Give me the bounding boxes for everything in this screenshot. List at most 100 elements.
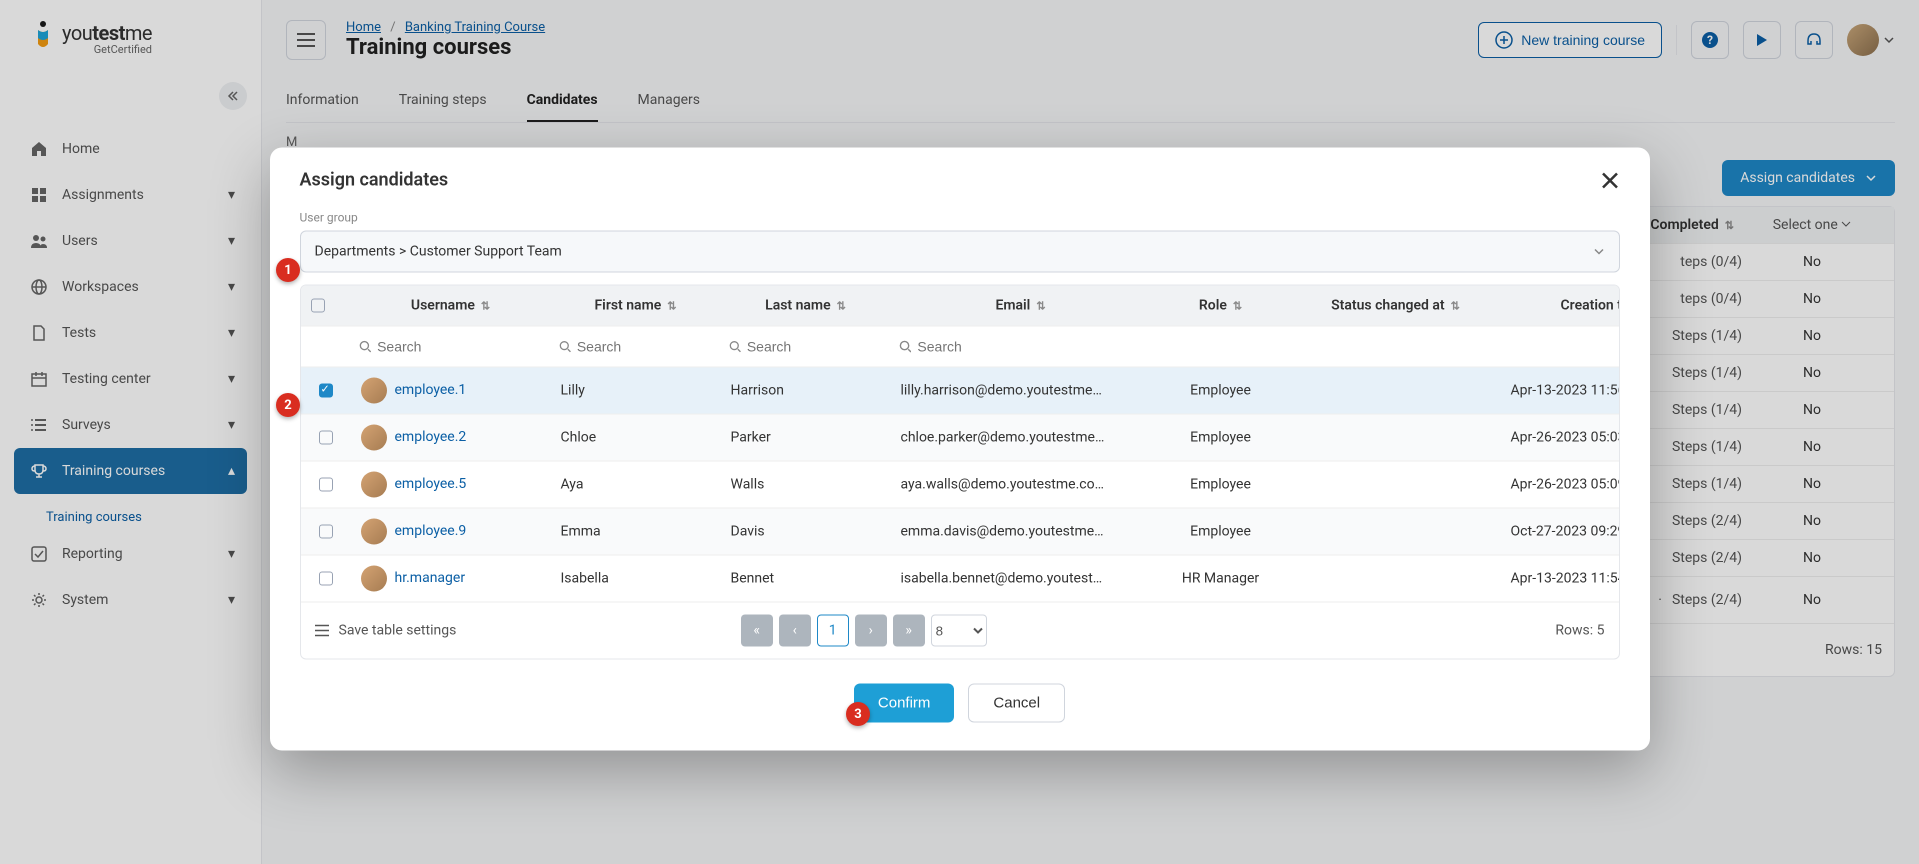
breadcrumb: Home / Banking Training Course: [346, 20, 545, 35]
sidebar-item-reporting[interactable]: Reporting▾: [14, 531, 247, 577]
menu-toggle-button[interactable]: [286, 20, 326, 60]
cell-role: Employee: [1151, 383, 1291, 399]
cell-email: emma.davis@demo.youtestme…: [891, 524, 1151, 540]
column-selectone[interactable]: Select one: [1742, 217, 1882, 233]
page-first-button[interactable]: «: [741, 615, 773, 647]
cell-created: Oct-27-2023 09:29 AM C…: [1501, 524, 1620, 540]
sidebar-item-home[interactable]: Home: [14, 126, 247, 172]
username-link[interactable]: employee.9: [395, 523, 467, 539]
help-button[interactable]: ?: [1691, 21, 1729, 59]
row-checkbox[interactable]: [319, 478, 333, 492]
cell-completed-no: No: [1742, 592, 1882, 608]
cell-no: No: [1742, 254, 1882, 270]
chevron-icon: ▾: [228, 546, 235, 562]
avatar: [361, 566, 387, 592]
sidebar-item-assignments[interactable]: Assignments▾: [14, 172, 247, 218]
page-prev-button[interactable]: ‹: [779, 615, 811, 647]
cell-created: Apr-26-2023 05:09 PM C…: [1501, 477, 1620, 493]
breadcrumb-home[interactable]: Home: [346, 20, 381, 35]
col-role[interactable]: Role ⇅: [1151, 298, 1291, 314]
collapse-sidebar-button[interactable]: [219, 82, 247, 110]
username-link[interactable]: employee.2: [395, 429, 467, 445]
callout-2: 2: [276, 393, 300, 417]
col-status[interactable]: Status changed at ⇅: [1291, 298, 1501, 314]
chevron-icon: ▾: [228, 371, 235, 387]
steps-label: Steps (1/4): [1672, 402, 1742, 418]
chevron-icon: ▾: [228, 592, 235, 608]
column-completed[interactable]: Completed⇅: [1650, 217, 1734, 233]
search-firstname[interactable]: [577, 339, 713, 355]
close-button[interactable]: [1600, 170, 1620, 190]
breadcrumb-course[interactable]: Banking Training Course: [405, 20, 545, 35]
logo: youtestme GetCertified: [30, 20, 231, 56]
col-firstname[interactable]: First name ⇅: [551, 298, 721, 314]
cell-role: Employee: [1151, 524, 1291, 540]
cancel-button[interactable]: Cancel: [968, 684, 1065, 723]
chevron-icon: ▾: [228, 233, 235, 249]
row-checkbox[interactable]: [319, 572, 333, 586]
col-creation[interactable]: Creation time ⇅: [1501, 298, 1620, 314]
menu-icon: [315, 624, 329, 638]
username-link[interactable]: employee.5: [395, 476, 467, 492]
row-checkbox[interactable]: [319, 525, 333, 539]
user-menu[interactable]: [1847, 24, 1895, 56]
sidebar-item-tests[interactable]: Tests▾: [14, 310, 247, 356]
assign-candidates-button[interactable]: Assign candidates: [1722, 160, 1895, 196]
assign-candidates-modal: Assign candidates User group Departments…: [270, 148, 1650, 751]
page-last-button[interactable]: »: [893, 615, 925, 647]
callout-1: 1: [276, 258, 300, 282]
chevron-down-icon: [1865, 172, 1877, 184]
sidebar-item-testing-center[interactable]: Testing center▾: [14, 356, 247, 402]
tab-training-steps[interactable]: Training steps: [399, 80, 487, 122]
cell-email: chloe.parker@demo.youtestme…: [891, 430, 1151, 446]
modal-table: Username ⇅ First name ⇅ Last name ⇅ Emai…: [300, 285, 1620, 660]
col-username[interactable]: Username ⇅: [351, 298, 551, 314]
page-1-button[interactable]: 1: [817, 615, 849, 647]
hamburger-icon: [297, 33, 315, 47]
search-username[interactable]: [377, 339, 542, 355]
cell-firstname: Emma: [551, 524, 721, 540]
home-icon: [30, 140, 48, 158]
chevron-down-icon: [1593, 246, 1605, 258]
search-email[interactable]: [917, 339, 1142, 355]
col-email[interactable]: Email ⇅: [891, 298, 1151, 314]
row-checkbox[interactable]: [319, 384, 333, 398]
tab-information[interactable]: Information: [286, 80, 359, 122]
avatar: [361, 472, 387, 498]
sidebar-item-training-courses[interactable]: Training courses▴: [14, 448, 247, 494]
row-checkbox[interactable]: [319, 431, 333, 445]
sidebar-item-system[interactable]: System▾: [14, 577, 247, 623]
question-icon: ?: [1701, 31, 1719, 49]
sidebar-item-users[interactable]: Users▾: [14, 218, 247, 264]
sidebar-item-surveys[interactable]: Surveys▾: [14, 402, 247, 448]
select-all-checkbox[interactable]: [311, 299, 325, 313]
play-button[interactable]: [1743, 21, 1781, 59]
trophy-icon: [30, 462, 48, 480]
support-button[interactable]: [1795, 21, 1833, 59]
search-lastname[interactable]: [747, 339, 883, 355]
tab-managers[interactable]: Managers: [638, 80, 700, 122]
header: Home / Banking Training Course Training …: [262, 0, 1919, 80]
page-next-button[interactable]: ›: [855, 615, 887, 647]
page-size-select[interactable]: 8: [931, 615, 987, 647]
tab-candidates[interactable]: Candidates: [527, 80, 598, 122]
save-table-settings[interactable]: Save table settings: [315, 623, 457, 639]
username-link[interactable]: employee.1: [395, 382, 467, 398]
table-row: employee.2 Chloe Parker chloe.parker@dem…: [301, 414, 1619, 461]
cell-no: No: [1742, 291, 1882, 307]
svg-text:?: ?: [1707, 33, 1713, 47]
cell-lastname: Harrison: [721, 383, 891, 399]
chevron-down-icon: [1883, 34, 1895, 46]
sidebar-item-workspaces[interactable]: Workspaces▾: [14, 264, 247, 310]
steps-label: teps (0/4): [1680, 291, 1742, 307]
calendar-icon: [30, 370, 48, 388]
new-training-course-button[interactable]: New training course: [1478, 22, 1662, 58]
nav-sub-training-courses[interactable]: Training courses: [46, 504, 247, 531]
cell-lastname: Bennet: [721, 571, 891, 587]
col-lastname[interactable]: Last name ⇅: [721, 298, 891, 314]
user-group-select[interactable]: Departments > Customer Support Team: [300, 231, 1620, 273]
avatar: [361, 519, 387, 545]
steps-label: Steps (1/4): [1672, 439, 1742, 455]
search-icon: [899, 340, 912, 354]
username-link[interactable]: hr.manager: [395, 570, 466, 586]
